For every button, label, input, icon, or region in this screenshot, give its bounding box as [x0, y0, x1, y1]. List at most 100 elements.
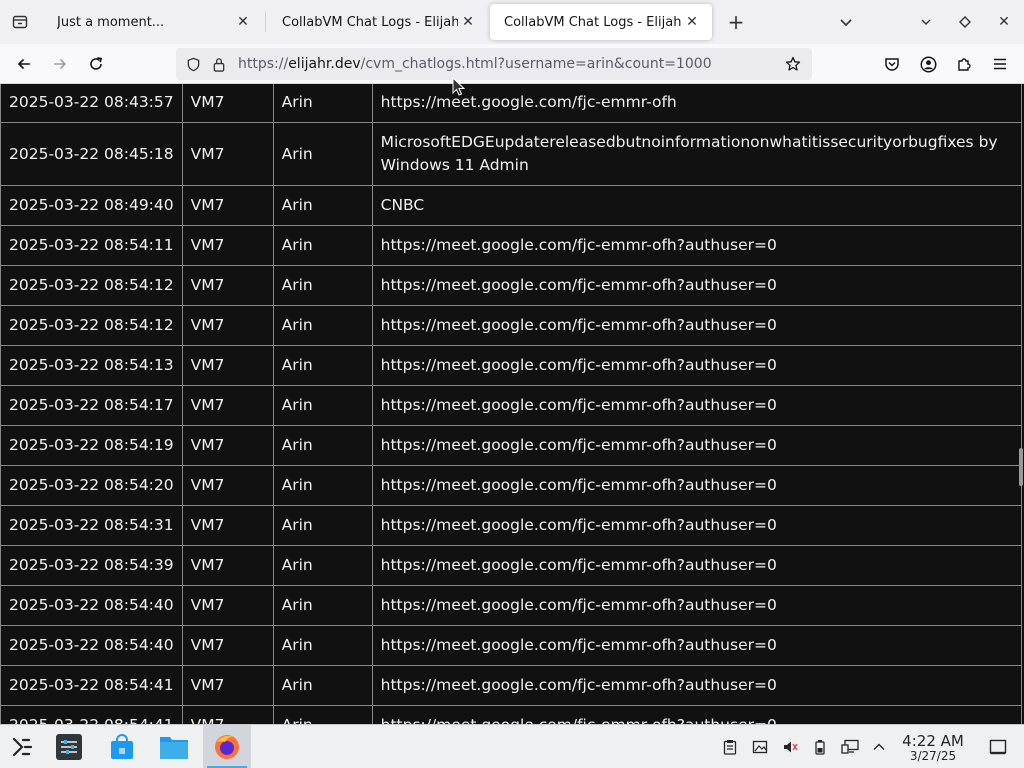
url-domain: elijahr.dev — [288, 56, 361, 72]
timestamp-cell: 2025-03-22 08:54:12 — [0, 265, 183, 306]
scrollbar-thumb[interactable] — [1019, 448, 1023, 486]
window-maximize-button[interactable] — [947, 0, 983, 44]
message-cell: https://meet.google.com/fjc-emmr-ofh?aut… — [371, 305, 1023, 346]
username-cell: Arin — [272, 465, 373, 506]
app-menu-button[interactable] — [982, 44, 1018, 84]
tab-close-icon[interactable]: ✕ — [458, 12, 478, 32]
digital-clock[interactable]: 4:22 AM 3/27/25 — [896, 725, 970, 768]
tab-close-icon[interactable]: ✕ — [682, 12, 702, 32]
vm-cell: VM7 — [181, 385, 274, 426]
firefox-icon — [215, 735, 239, 759]
clipboard-icon[interactable] — [719, 725, 741, 768]
new-tab-button[interactable]: + — [718, 4, 754, 40]
hamburger-menu-icon — [994, 58, 1006, 70]
battery-icon[interactable] — [809, 725, 831, 768]
timestamp-cell: 2025-03-22 08:54:11 — [0, 225, 183, 266]
table-row: 2025-03-22 08:54:13 VM7 Arin https://meet.g… — [0, 345, 1023, 386]
app-launcher-icon — [12, 737, 33, 757]
message-cell: https://meet.google.com/fjc-emmr-ofh?aut… — [371, 705, 1023, 724]
username-cell: Arin — [272, 425, 373, 466]
vm-cell: VM7 — [181, 585, 274, 626]
timestamp-cell: 2025-03-22 08:49:40 — [0, 185, 183, 226]
taskbar-system-settings[interactable] — [47, 725, 91, 768]
bookmark-star-button[interactable] — [780, 48, 806, 80]
taskbar-discover-store[interactable] — [100, 725, 144, 768]
message-cell: https://meet.google.com/fjc-emmr-ofh?aut… — [371, 465, 1023, 506]
taskbar-file-manager[interactable] — [152, 725, 196, 768]
taskbar: 4:22 AM 3/27/25 — [0, 724, 1024, 768]
network-wired-icon[interactable] — [839, 725, 861, 768]
url-prefix: https:// — [238, 56, 289, 72]
message-cell: https://meet.google.com/fjc-emmr-ofh?aut… — [371, 625, 1023, 666]
tab-collabvm-logs-1[interactable]: CollabVM Chat Logs - Elijahr's ✕ — [268, 4, 488, 40]
show-hidden-icons-button[interactable] — [868, 725, 890, 768]
table-row: 2025-03-22 08:54:17 VM7 Arin https://meet.g… — [0, 385, 1023, 426]
address-bar[interactable]: https://elijahr.dev/cvm_chatlogs.html?us… — [176, 48, 812, 80]
username-cell: Arin — [272, 585, 373, 626]
chat-log-table: 2025-03-22 08:43:57 VM7 Arin https://meet.g… — [0, 84, 1023, 724]
message-cell: CNBC — [371, 185, 1023, 226]
url-text[interactable]: https://elijahr.dev/cvm_chatlogs.html?us… — [238, 56, 712, 72]
vm-cell: VM7 — [181, 705, 274, 724]
chevron-up-icon — [873, 743, 885, 750]
screenshot-icon[interactable] — [749, 725, 771, 768]
vm-cell: VM7 — [181, 225, 274, 266]
reload-icon — [90, 56, 103, 70]
reload-button[interactable] — [78, 48, 114, 80]
message-cell: https://meet.google.com/fjc-emmr-ofh?aut… — [371, 585, 1023, 626]
window-minimize-button[interactable] — [908, 0, 944, 44]
show-desktop-button[interactable] — [986, 725, 1010, 768]
desktop-icon — [989, 739, 1007, 755]
application-launcher-button[interactable] — [0, 725, 44, 768]
timestamp-cell: 2025-03-22 08:54:13 — [0, 345, 183, 386]
plus-icon: + — [727, 10, 745, 34]
username-cell: Arin — [272, 505, 373, 546]
tab-title: CollabVM Chat Logs - Elijahr's — [504, 14, 682, 30]
table-row: 2025-03-22 08:43:57 VM7 Arin https://meet.g… — [0, 84, 1023, 123]
tab-collabvm-logs-2[interactable]: CollabVM Chat Logs - Elijahr's ✕ — [490, 4, 712, 40]
clock-date: 3/27/25 — [909, 749, 957, 763]
forward-button[interactable] — [42, 48, 78, 80]
table-row: 2025-03-22 08:54:11 VM7 Arin https://meet.g… — [0, 225, 1023, 266]
message-cell: https://meet.google.com/fjc-emmr-ofh?aut… — [371, 225, 1023, 266]
tab-close-icon[interactable]: ✕ — [233, 12, 253, 32]
account-button[interactable] — [910, 44, 946, 84]
message-cell: https://meet.google.com/fjc-emmr-ofh?aut… — [371, 345, 1023, 386]
table-row: 2025-03-22 08:54:41VM7Arinhttps://meet.g… — [0, 705, 1023, 724]
table-row: 2025-03-22 08:54:41VM7Arinhttps://meet.g… — [0, 665, 1023, 706]
volume-muted-icon[interactable] — [779, 725, 801, 768]
vm-cell: VM7 — [181, 84, 274, 123]
list-all-tabs-button[interactable] — [828, 0, 864, 44]
username-cell: Arin — [272, 122, 373, 186]
tab-title: Just a moment... — [57, 14, 165, 30]
tracking-protection-shield-icon[interactable] — [180, 48, 206, 80]
lock-icon[interactable] — [206, 48, 232, 80]
table-row: 2025-03-22 08:54:40 VM7 Arin https://meet.g… — [0, 625, 1023, 666]
firefox-view-icon — [12, 15, 28, 29]
arrow-right-icon — [54, 58, 67, 69]
timestamp-cell: 2025-03-22 08:54:19 — [0, 425, 183, 466]
pocket-button[interactable] — [874, 44, 910, 84]
tab-just-a-moment[interactable]: Just a moment... ✕ — [43, 4, 263, 40]
puzzle-icon — [958, 58, 971, 71]
firefox-view-button[interactable] — [0, 0, 40, 44]
back-button[interactable] — [6, 48, 42, 80]
window-close-button[interactable]: ✕ — [986, 0, 1022, 44]
vm-cell: VM7 — [181, 505, 274, 546]
pocket-icon — [885, 58, 899, 71]
close-icon: ✕ — [998, 14, 1010, 30]
extensions-button[interactable] — [946, 44, 982, 84]
taskbar-firefox[interactable] — [203, 725, 251, 768]
username-cell: Arin — [272, 84, 373, 123]
table-row: 2025-03-22 08:54:31 VM7 Arin https://meet.g… — [0, 505, 1023, 546]
message-cell: https://meet.google.com/fjc-emmr-ofh — [371, 84, 1023, 123]
timestamp-cell: 2025-03-22 08:45:18 — [0, 122, 183, 186]
timestamp-cell: 2025-03-22 08:54:17 — [0, 385, 183, 426]
url-path: /cvm_chatlogs.html?username=arin&count=1… — [360, 56, 712, 72]
username-cell: Arin — [272, 265, 373, 306]
vm-cell: VM7 — [181, 265, 274, 306]
timestamp-cell: 2025-03-22 08:54:40 — [0, 585, 183, 626]
message-cell: https://meet.google.com/fjc-emmr-ofh?aut… — [371, 265, 1023, 306]
username-cell: Arin — [272, 665, 373, 706]
username-cell: Arin — [272, 625, 373, 666]
